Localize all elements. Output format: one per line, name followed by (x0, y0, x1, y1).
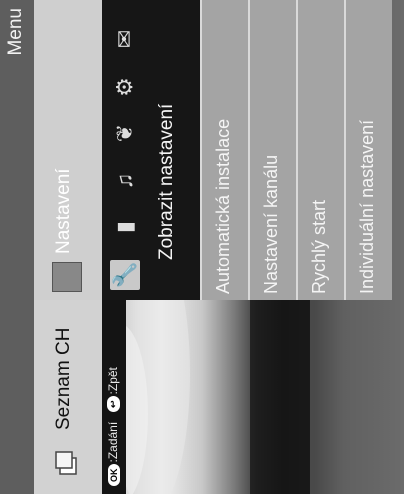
menu-item-label: Rychlý start (309, 199, 329, 294)
settings-tab[interactable]: Nastavení (34, 0, 102, 300)
channel-list-label: Seznam CH (53, 327, 74, 430)
channel-list-icon (55, 451, 77, 475)
menu-title: Menu (5, 8, 26, 56)
hint-row: OK:Zadání ↩:Zpět (102, 300, 126, 494)
icon-caption: Zobrazit nastavení (156, 103, 177, 260)
menu-item-auto-install[interactable]: Automatická instalace (200, 0, 248, 300)
menu-item-channel-settings[interactable]: Nastavení kanálu (248, 0, 296, 300)
channel-list-tab[interactable]: Seznam CH (34, 300, 102, 494)
back-button-icon: ↩ (107, 396, 121, 412)
top-bar: Menu (0, 0, 34, 494)
menu-item-individual-settings[interactable]: Individuální nastavení (344, 0, 392, 300)
mail-icon[interactable]: ✉ (110, 24, 140, 54)
eco-leaf-icon[interactable]: ❦ (110, 118, 140, 148)
settings-label: Nastavení (53, 168, 74, 254)
menu-item-label: Automatická instalace (213, 118, 233, 294)
ok-button-icon: OK (107, 464, 120, 486)
settings-panel-icon (52, 262, 82, 292)
settings-icon-row: 🔧 ▮ ♫ ❦ ⚙ ✉ Zobrazit nastavení (102, 0, 200, 300)
menu-item-label: Individuální nastavení (357, 119, 377, 294)
picture-icon[interactable]: ▮ (110, 212, 140, 242)
gear-icon[interactable]: ⚙ (110, 72, 140, 102)
tv-menu-screen: Menu Seznam CH OK:Zadání ↩:Zpět Nastaven… (0, 0, 404, 494)
menu-item-quick-start[interactable]: Rychlý start (296, 0, 344, 300)
menu-item-label: Nastavení kanálu (261, 154, 281, 294)
sound-icon[interactable]: ♫ (110, 166, 140, 196)
hint-back: ↩:Zpět (106, 367, 121, 412)
wrench-icon[interactable]: 🔧 (110, 260, 140, 290)
hint-ok: OK:Zadání (106, 422, 120, 486)
